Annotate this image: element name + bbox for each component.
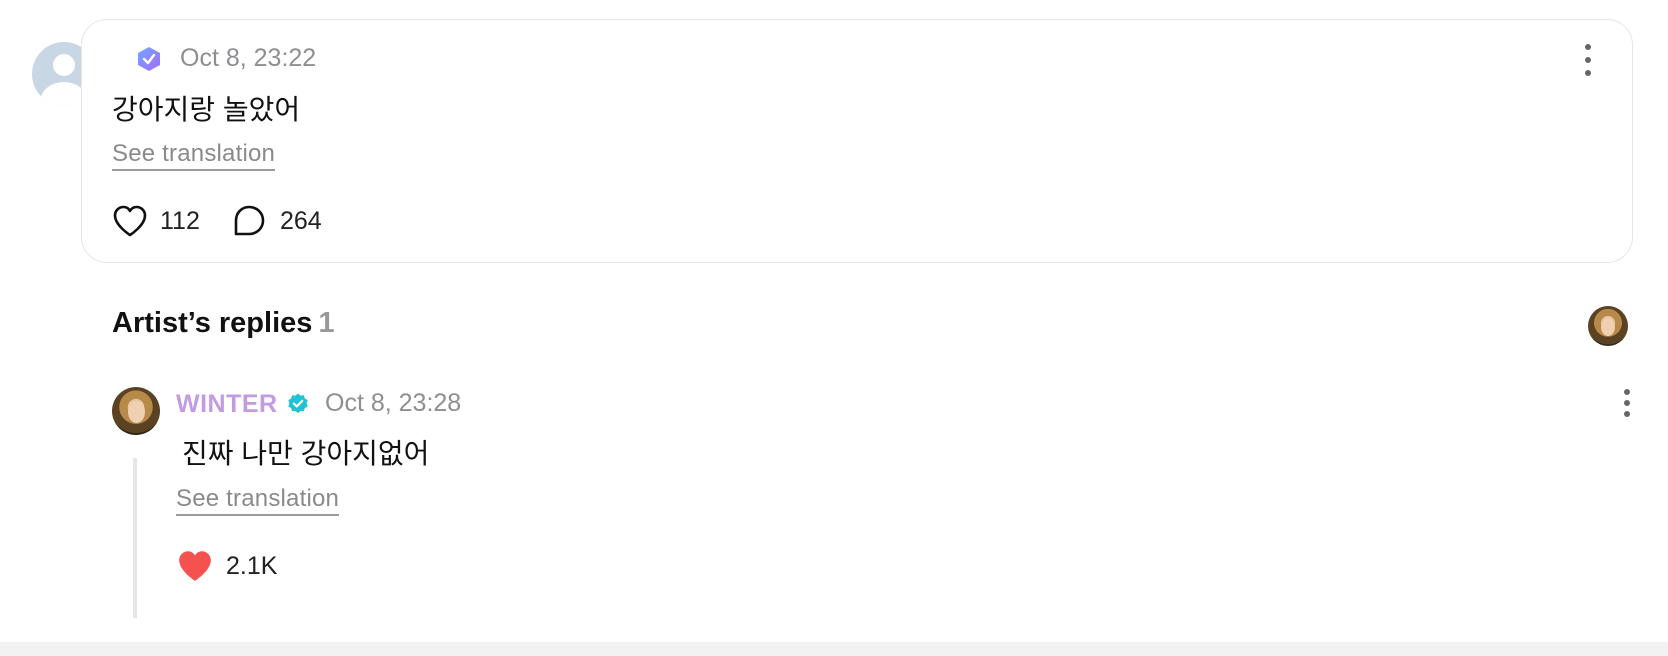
- reply-count: 264: [280, 206, 322, 235]
- like-button[interactable]: 112: [112, 204, 200, 238]
- artist-replies-heading: Artist’s replies 1: [112, 307, 335, 340]
- reply-button[interactable]: 264: [232, 204, 322, 238]
- verified-icon: [288, 393, 308, 414]
- artist-avatar-small[interactable]: [1588, 306, 1628, 346]
- artist-replies-count: 1: [318, 307, 335, 339]
- artist-replies-title: Artist’s replies: [112, 307, 313, 339]
- artist-username[interactable]: WINTER: [176, 390, 278, 419]
- more-options-icon[interactable]: [1581, 44, 1595, 76]
- comment-timestamp: Oct 8, 23:22: [180, 44, 317, 72]
- reply-timestamp: Oct 8, 23:28: [325, 389, 462, 417]
- heart-outline-icon: [113, 205, 147, 237]
- footer-divider: [0, 642, 1668, 656]
- reply-like-count: 2.1K: [226, 551, 278, 580]
- see-translation-link[interactable]: See translation: [112, 140, 276, 171]
- reply-text: 진짜 나만 강아지없어: [182, 438, 430, 469]
- reply-like-button[interactable]: 2.1K: [176, 548, 277, 584]
- like-count: 112: [160, 206, 200, 235]
- comment-bubble-icon: [234, 205, 265, 236]
- membership-badge-icon: [138, 47, 160, 71]
- thread-line: [133, 458, 137, 618]
- artist-avatar[interactable]: [112, 387, 160, 435]
- heart-filled-icon: [179, 551, 211, 581]
- reply-more-options-icon[interactable]: [1620, 389, 1634, 417]
- reply-see-translation-link[interactable]: See translation: [176, 485, 340, 516]
- comment-text: 강아지랑 놀았어: [112, 94, 301, 125]
